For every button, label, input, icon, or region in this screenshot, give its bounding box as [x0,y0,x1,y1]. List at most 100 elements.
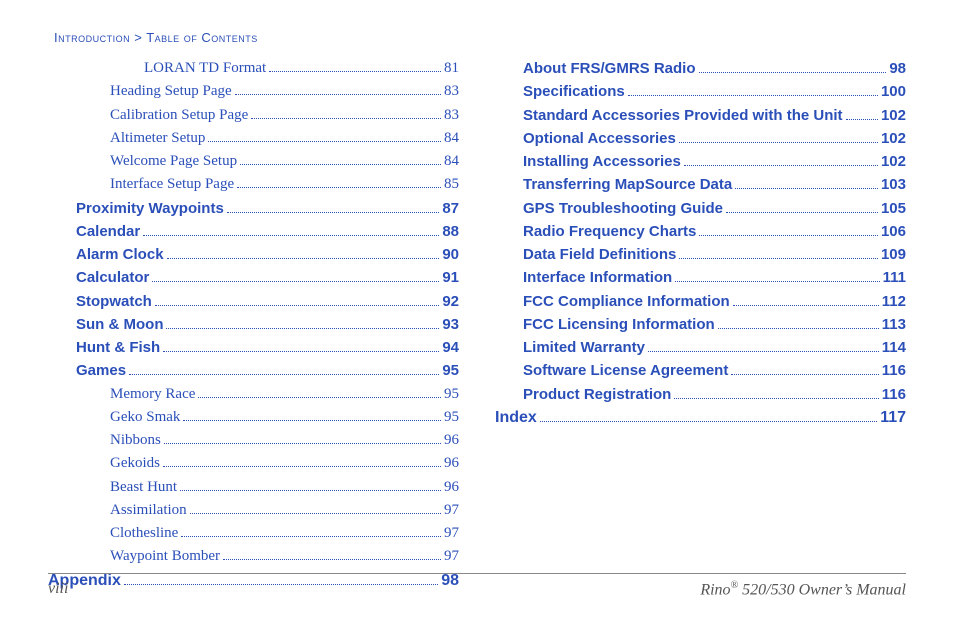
leader-dots [155,297,439,305]
leader-dots [167,251,440,259]
toc-entry[interactable]: Transferring MapSource Data103 [495,173,906,196]
toc-entry-page: 112 [882,290,906,313]
leader-dots [181,529,441,537]
toc-entry-page: 91 [442,266,459,289]
toc-entry-label: Data Field Definitions [523,243,676,266]
toc-entry[interactable]: Calculator91 [48,266,459,289]
toc-column-right: About FRS/GMRS Radio98Specifications100S… [495,57,906,593]
toc-entry-label: Assimilation [110,499,187,522]
toc-entry[interactable]: Limited Warranty 114 [495,336,906,359]
toc-entry-label: Stopwatch [76,290,152,313]
leader-dots [684,158,878,166]
toc-entry[interactable]: Specifications100 [495,80,906,103]
toc-entry[interactable]: Altimeter Setup84 [48,127,459,150]
toc-entry[interactable]: Alarm Clock90 [48,243,459,266]
toc-entry[interactable]: Stopwatch92 [48,290,459,313]
toc-entry[interactable]: Optional Accessories102 [495,127,906,150]
toc-entry-label: Nibbons [110,429,161,452]
toc-entry-label: Hunt & Fish [76,336,160,359]
breadcrumb-section: Introduction [54,30,130,45]
toc-entry[interactable]: Welcome Page Setup84 [48,150,459,173]
leader-dots [699,65,887,73]
toc-entry[interactable]: GPS Troubleshooting Guide 105 [495,197,906,220]
toc-entry[interactable]: Interface Information 111 [495,266,906,289]
toc-entry-label: Gekoids [110,452,160,475]
toc-entry[interactable]: Nibbons96 [48,429,459,452]
toc-entry-page: 116 [882,359,906,382]
toc-entry[interactable]: Index117 [495,406,906,431]
toc-entry-page: 103 [881,173,906,196]
leader-dots [726,204,878,212]
toc-entry-label: Sun & Moon [76,313,163,336]
leader-dots [198,389,441,397]
leader-dots [163,459,441,467]
toc-entry-page: 111 [883,266,906,289]
toc-entry-page: 96 [444,476,459,499]
toc-entry[interactable]: Installing Accessories102 [495,150,906,173]
toc-entry[interactable]: Hunt & Fish94 [48,336,459,359]
toc-entry[interactable]: Product Registration116 [495,383,906,406]
toc-entry[interactable]: Standard Accessories Provided with the U… [495,104,906,127]
toc-entry[interactable]: FCC Compliance Information112 [495,290,906,313]
toc-entry[interactable]: Beast Hunt 96 [48,476,459,499]
toc-entry-page: 84 [444,127,459,150]
toc-entry-label: Interface Information [523,266,672,289]
leader-dots [733,297,879,305]
leader-dots [240,157,441,165]
leader-dots [679,135,878,143]
page-footer: viii Rino® 520/530 Owner’s Manual [48,573,906,599]
toc-entry[interactable]: Clothesline97 [48,522,459,545]
leader-dots [166,321,439,329]
leader-dots [846,111,878,119]
toc-entry-label: FCC Licensing Information [523,313,715,336]
leader-dots [540,413,877,422]
toc-entry[interactable]: Interface Setup Page85 [48,173,459,196]
toc-entry[interactable]: Memory Race95 [48,383,459,406]
toc-entry[interactable]: Gekoids96 [48,452,459,475]
toc-entry-label: Beast Hunt [110,476,177,499]
toc-entry[interactable]: Waypoint Bomber 97 [48,545,459,568]
toc-entry[interactable]: About FRS/GMRS Radio98 [495,57,906,80]
leader-dots [675,274,879,282]
footer-product-name: Rino [700,581,730,598]
toc-entry[interactable]: FCC Licensing Information113 [495,313,906,336]
toc-entry[interactable]: Geko Smak95 [48,406,459,429]
toc-columns: LORAN TD Format81Heading Setup Page83Cal… [48,57,906,593]
toc-entry-page: 97 [444,545,459,568]
footer-model: 520/530 Owner’s Manual [738,581,906,598]
toc-entry-page: 97 [444,522,459,545]
toc-entry[interactable]: Sun & Moon93 [48,313,459,336]
toc-entry-page: 95 [444,383,459,406]
toc-entry-label: Standard Accessories Provided with the U… [523,104,843,127]
toc-entry-label: Calibration Setup Page [110,104,248,127]
leader-dots [180,482,441,490]
leader-dots [183,413,441,421]
toc-entry-label: Waypoint Bomber [110,545,220,568]
toc-entry-page: 109 [881,243,906,266]
toc-entry[interactable]: Data Field Definitions 109 [495,243,906,266]
toc-entry-label: About FRS/GMRS Radio [523,57,696,80]
toc-entry-page: 81 [444,57,459,80]
breadcrumb-separator: > [130,30,146,45]
toc-entry-page: 114 [882,336,906,359]
toc-entry-label: Geko Smak [110,406,180,429]
footer-page-number: viii [48,580,68,599]
toc-entry[interactable]: Radio Frequency Charts106 [495,220,906,243]
leader-dots [648,344,879,352]
toc-entry[interactable]: Software License Agreement116 [495,359,906,382]
toc-entry[interactable]: Assimilation97 [48,499,459,522]
toc-entry[interactable]: Proximity Waypoints87 [48,197,459,220]
toc-entry[interactable]: Heading Setup Page83 [48,80,459,103]
toc-entry-label: Heading Setup Page [110,80,232,103]
toc-entry-page: 83 [444,104,459,127]
toc-entry[interactable]: Calendar88 [48,220,459,243]
toc-entry[interactable]: Calibration Setup Page 83 [48,104,459,127]
breadcrumb: Introduction > Table of Contents [54,30,906,45]
leader-dots [129,367,439,375]
toc-entry[interactable]: LORAN TD Format81 [48,57,459,80]
toc-entry-label: Games [76,359,126,382]
toc-entry-label: GPS Troubleshooting Guide [523,197,723,220]
toc-entry-page: 105 [881,197,906,220]
toc-entry-label: Limited Warranty [523,336,645,359]
toc-entry[interactable]: Games95 [48,359,459,382]
